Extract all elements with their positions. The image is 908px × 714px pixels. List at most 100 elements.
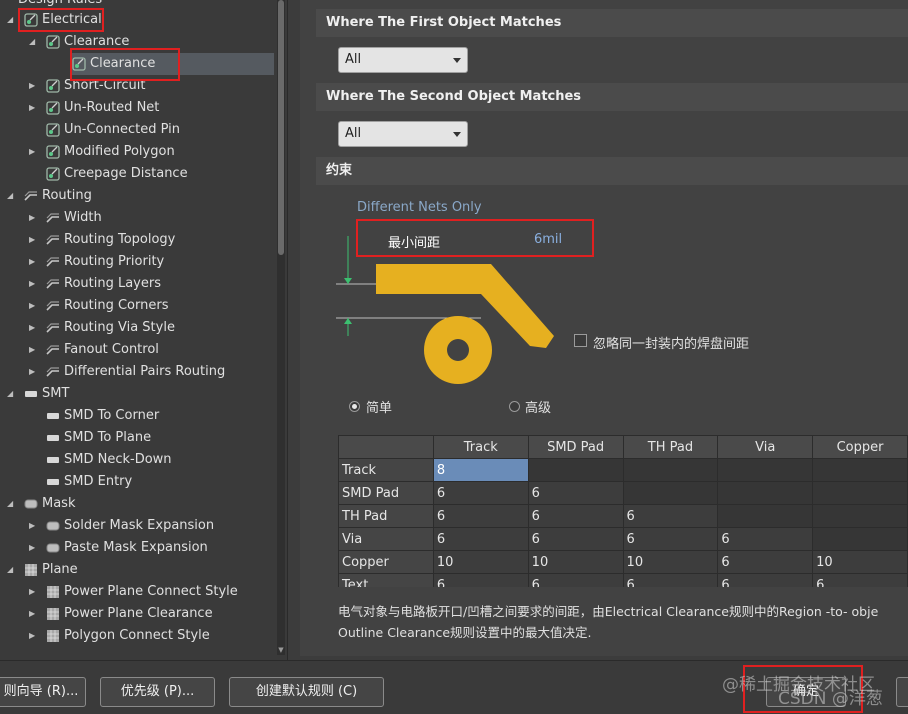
tree-item[interactable]: ▶ Width bbox=[0, 207, 276, 229]
matrix-cell[interactable]: 10 bbox=[812, 550, 908, 574]
matrix-cell[interactable]: 6 bbox=[622, 527, 719, 551]
tree-item[interactable]: Creepage Distance bbox=[0, 163, 276, 185]
priority-button[interactable]: 优先级 (P)... bbox=[100, 677, 215, 707]
smt-icon bbox=[24, 387, 38, 401]
matrix-cell[interactable]: 10 bbox=[432, 550, 529, 574]
tree-item[interactable]: ◢ Electrical bbox=[0, 9, 276, 31]
matrix-cell[interactable]: 6 bbox=[527, 481, 624, 505]
matrix-cell[interactable]: 6 bbox=[622, 504, 719, 528]
expand-arrow-icon[interactable]: ▶ bbox=[29, 515, 39, 537]
tree-item[interactable]: ▶ Fanout Control bbox=[0, 339, 276, 361]
tree-item[interactable]: ◢ Routing bbox=[0, 185, 276, 207]
scroll-down-icon[interactable]: ▼ bbox=[277, 645, 285, 655]
matrix-cell[interactable]: 6 bbox=[432, 481, 529, 505]
collapse-arrow-icon[interactable]: ◢ bbox=[7, 383, 17, 405]
tree-item[interactable]: SMD Neck-Down bbox=[0, 449, 276, 471]
constraints-header: 约束 bbox=[316, 157, 908, 185]
matrix-cell[interactable]: 6 bbox=[527, 504, 624, 528]
matrix-cell[interactable]: 6 bbox=[432, 573, 529, 587]
matrix-cell[interactable]: 6 bbox=[527, 573, 624, 587]
expand-arrow-icon[interactable]: ▶ bbox=[29, 75, 39, 97]
tree-item[interactable]: ◢ Plane bbox=[0, 559, 276, 581]
tree-item[interactable]: ◢ Mask bbox=[0, 493, 276, 515]
tree-item-label: SMD Entry bbox=[64, 474, 133, 489]
matrix-cell[interactable]: 10 bbox=[622, 550, 719, 574]
tree-item[interactable]: ▶ Routing Via Style bbox=[0, 317, 276, 339]
tree-item[interactable]: SMD Entry bbox=[0, 471, 276, 493]
collapse-arrow-icon[interactable]: ◢ bbox=[7, 185, 17, 207]
tree-item[interactable]: Un-Connected Pin bbox=[0, 119, 276, 141]
matrix-column-header: Via bbox=[717, 435, 814, 459]
matrix-cell[interactable]: 6 bbox=[717, 550, 814, 574]
tree-item[interactable]: ▶ Routing Topology bbox=[0, 229, 276, 251]
expand-arrow-icon[interactable]: ▶ bbox=[29, 361, 39, 383]
matrix-cell[interactable]: 6 bbox=[527, 527, 624, 551]
rules-tree[interactable]: Design Rules ◢Electrical◢ClearanceCleara… bbox=[0, 0, 288, 660]
tree-item[interactable]: ▶ Power Plane Clearance bbox=[0, 603, 276, 625]
rule-wizard-button[interactable]: 则向导 (R)... bbox=[0, 677, 86, 707]
tree-item[interactable]: ▶ Short-Circuit bbox=[0, 75, 276, 97]
expand-arrow-icon[interactable]: ▶ bbox=[29, 207, 39, 229]
tree-item[interactable]: ◢ Clearance bbox=[0, 31, 276, 53]
create-default-rules-button[interactable]: 创建默认规则 (C) bbox=[229, 677, 384, 707]
clearance-matrix[interactable]: Track SMD Pad TH Pad Via Copper Track 8 SMD Pad… bbox=[338, 435, 908, 587]
expand-arrow-icon[interactable]: ▶ bbox=[29, 295, 39, 317]
mode-simple-radio[interactable] bbox=[349, 401, 360, 412]
collapse-arrow-icon[interactable]: ◢ bbox=[29, 31, 39, 53]
expand-arrow-icon[interactable]: ▶ bbox=[29, 339, 39, 361]
tree-item-label: Power Plane Connect Style bbox=[64, 584, 238, 599]
tree-item[interactable]: ▶ Paste Mask Expansion bbox=[0, 537, 276, 559]
expand-arrow-icon[interactable]: ▶ bbox=[29, 317, 39, 339]
matrix-row: Via 6 6 6 6 bbox=[338, 527, 908, 551]
tree-item[interactable]: ▶ Routing Corners bbox=[0, 295, 276, 317]
tree-item[interactable]: ▶ Modified Polygon bbox=[0, 141, 276, 163]
collapse-arrow-icon[interactable]: ◢ bbox=[7, 559, 17, 581]
matrix-cell[interactable]: 6 bbox=[717, 573, 814, 587]
matrix-cell bbox=[717, 481, 814, 505]
collapse-arrow-icon[interactable]: ◢ bbox=[7, 9, 17, 31]
first-match-combo[interactable]: All bbox=[338, 47, 468, 73]
matrix-cell[interactable]: 6 bbox=[812, 573, 908, 587]
tree-item[interactable]: ▶ Solder Mask Expansion bbox=[0, 515, 276, 537]
mask-icon bbox=[24, 497, 38, 511]
tree-scrollbar[interactable]: ▼ bbox=[277, 0, 285, 655]
tree-item[interactable]: ▶ Polygon Connect Style bbox=[0, 625, 276, 647]
expand-arrow-icon[interactable]: ▶ bbox=[29, 141, 39, 163]
tree-item[interactable]: ▶ Differential Pairs Routing bbox=[0, 361, 276, 383]
matrix-row-header: Copper bbox=[338, 550, 434, 574]
tree-item[interactable]: ▶ Routing Layers bbox=[0, 273, 276, 295]
ignore-pads-checkbox[interactable] bbox=[574, 334, 587, 347]
expand-arrow-icon[interactable]: ▶ bbox=[29, 97, 39, 119]
expand-arrow-icon[interactable]: ▶ bbox=[29, 273, 39, 295]
matrix-cell[interactable]: 10 bbox=[527, 550, 624, 574]
tree-item-label: Modified Polygon bbox=[64, 144, 175, 159]
tree-item[interactable]: ▶ Routing Priority bbox=[0, 251, 276, 273]
expand-arrow-icon[interactable]: ▶ bbox=[29, 251, 39, 273]
matrix-column-header: Track bbox=[432, 435, 529, 459]
mode-advanced-radio[interactable] bbox=[509, 401, 520, 412]
min-clearance-value[interactable]: 6mil bbox=[534, 232, 562, 247]
matrix-cell[interactable]: 6 bbox=[432, 504, 529, 528]
tree-item[interactable]: SMD To Corner bbox=[0, 405, 276, 427]
expand-arrow-icon[interactable]: ▶ bbox=[29, 603, 39, 625]
tree-item[interactable]: ▶ Power Plane Connect Style bbox=[0, 581, 276, 603]
expand-arrow-icon[interactable]: ▶ bbox=[29, 537, 39, 559]
matrix-cell[interactable]: 6 bbox=[432, 527, 529, 551]
tree-item[interactable]: Clearance bbox=[0, 53, 276, 75]
expand-arrow-icon[interactable]: ▶ bbox=[29, 625, 39, 647]
tree-item[interactable]: ▶ Un-Routed Net bbox=[0, 97, 276, 119]
matrix-column-header: TH Pad bbox=[622, 435, 719, 459]
collapse-arrow-icon[interactable]: ◢ bbox=[7, 493, 17, 515]
tree-item[interactable]: ◢ SMT bbox=[0, 383, 276, 405]
matrix-row-header: TH Pad bbox=[338, 504, 434, 528]
chevron-down-icon bbox=[453, 58, 461, 63]
matrix-cell[interactable]: 6 bbox=[717, 527, 814, 551]
cancel-button[interactable]: 取 bbox=[896, 677, 908, 707]
matrix-cell[interactable]: 6 bbox=[622, 573, 719, 587]
expand-arrow-icon[interactable]: ▶ bbox=[29, 581, 39, 603]
tree-scrollbar-thumb[interactable] bbox=[278, 0, 284, 255]
expand-arrow-icon[interactable]: ▶ bbox=[29, 229, 39, 251]
second-match-combo[interactable]: All bbox=[338, 121, 468, 147]
matrix-cell[interactable]: 8 bbox=[432, 458, 529, 482]
tree-item[interactable]: SMD To Plane bbox=[0, 427, 276, 449]
